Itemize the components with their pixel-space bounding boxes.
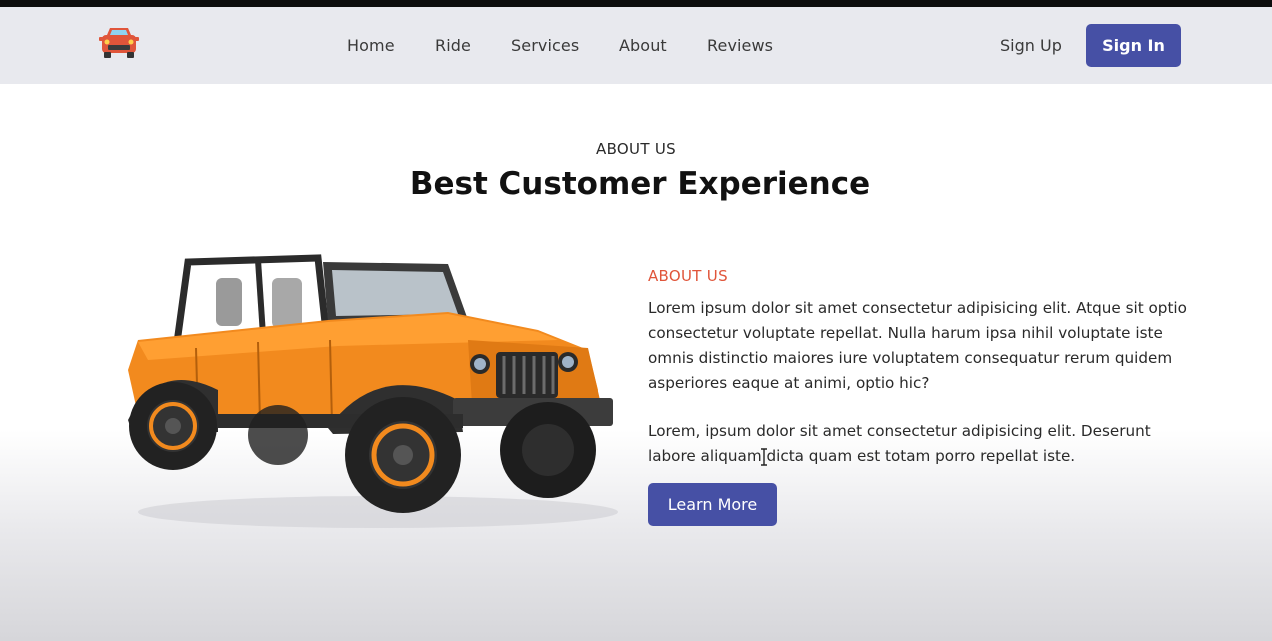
nav-about[interactable]: About bbox=[619, 36, 667, 55]
sign-in-button[interactable]: Sign In bbox=[1086, 24, 1181, 67]
nav-reviews[interactable]: Reviews bbox=[707, 36, 773, 55]
learn-more-button[interactable]: Learn More bbox=[648, 483, 777, 526]
about-paragraph-2: Lorem, ipsum dolor sit amet consectetur … bbox=[648, 422, 1151, 465]
about-paragraph-1: Lorem ipsum dolor sit amet consectetur a… bbox=[648, 299, 1187, 392]
car-logo-icon[interactable] bbox=[98, 25, 140, 59]
section-eyebrow: ABOUT US bbox=[596, 140, 676, 158]
navbar: Home Ride Services About Reviews Sign Up… bbox=[0, 7, 1272, 84]
sign-up-link[interactable]: Sign Up bbox=[1000, 36, 1062, 55]
about-label: ABOUT US bbox=[648, 267, 728, 285]
top-strip bbox=[0, 0, 1272, 7]
text-cursor-icon bbox=[760, 448, 768, 466]
nav-home[interactable]: Home bbox=[347, 36, 395, 55]
nav-ride[interactable]: Ride bbox=[435, 36, 471, 55]
orange-jeep-image bbox=[118, 250, 618, 535]
section-title: Best Customer Experience bbox=[409, 166, 871, 202]
nav-services[interactable]: Services bbox=[511, 36, 579, 55]
wheel bbox=[129, 382, 217, 470]
